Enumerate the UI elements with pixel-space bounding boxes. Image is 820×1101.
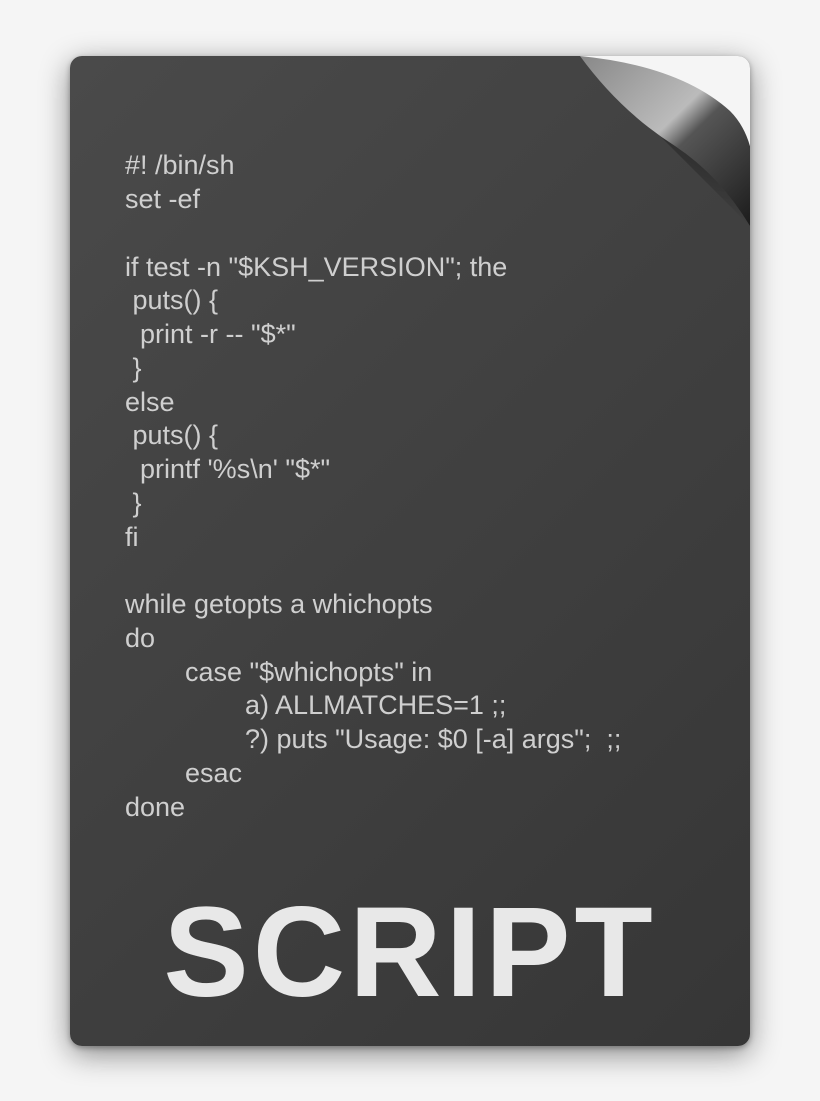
code-line: do bbox=[125, 623, 155, 653]
code-line: done bbox=[125, 792, 185, 822]
code-line: else bbox=[125, 387, 175, 417]
code-line: if test -n "$KSH_VERSION"; the bbox=[125, 252, 507, 282]
code-line: fi bbox=[125, 522, 139, 552]
code-line: puts() { bbox=[125, 285, 218, 315]
code-line: set -ef bbox=[125, 184, 200, 214]
code-line: } bbox=[125, 353, 142, 383]
code-line: #! /bin/sh bbox=[125, 150, 235, 180]
code-line: printf '%s\n' "$*" bbox=[125, 454, 330, 484]
file-type-label: SCRIPT bbox=[70, 879, 750, 1026]
code-line: } bbox=[125, 488, 142, 518]
script-file-icon: #! /bin/sh set -ef if test -n "$KSH_VERS… bbox=[70, 56, 750, 1046]
code-line: esac bbox=[125, 758, 242, 788]
page-curl-icon bbox=[580, 56, 750, 226]
code-line: print -r -- "$*" bbox=[125, 319, 296, 349]
code-line: a) ALLMATCHES=1 ;; bbox=[125, 690, 506, 720]
code-line: ?) puts "Usage: $0 [-a] args"; ;; bbox=[125, 724, 621, 754]
code-line: case "$whichopts" in bbox=[125, 657, 432, 687]
code-line: puts() { bbox=[125, 420, 218, 450]
code-line: while getopts a whichopts bbox=[125, 589, 433, 619]
